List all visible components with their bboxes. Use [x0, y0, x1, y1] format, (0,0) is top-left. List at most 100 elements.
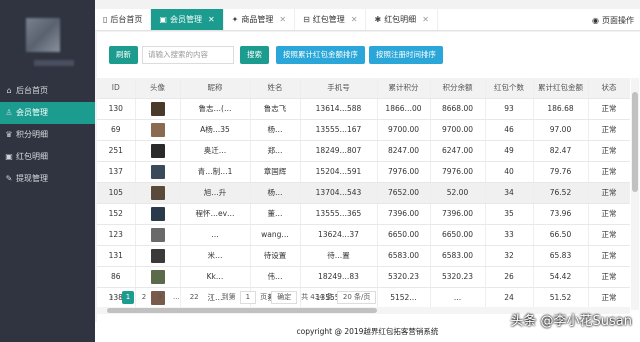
- vertical-scrollbar[interactable]: [631, 78, 639, 310]
- column-header: 累计红包金额: [533, 78, 589, 99]
- table-row[interactable]: 137 青…制…1 章国辉 15204…591 7976.00 7976.00 40 79.7…: [97, 161, 630, 183]
- column-header: 积分余额: [430, 78, 486, 99]
- sidebar-item-label: 积分明细: [16, 130, 48, 139]
- sidebar-item-label: 提现管理: [16, 174, 48, 183]
- table-cell: 郑…: [250, 140, 301, 162]
- goto-label: 到第: [221, 293, 236, 301]
- cell-text: 6247.00: [441, 146, 473, 155]
- goto-page-input[interactable]: 1: [239, 290, 257, 304]
- table-cell: 正常: [588, 182, 630, 204]
- tab-redpacket-manage[interactable]: ⊟ 红包管理 ✕: [295, 9, 367, 30]
- cell-text: 13624…37: [318, 230, 359, 239]
- table-cell: 5152…: [377, 287, 431, 309]
- avatar-thumbnail: [150, 101, 165, 116]
- table-cell: 正常: [588, 266, 630, 288]
- table-cell: 1866…00: [377, 98, 431, 120]
- page-unit-label: 页: [260, 293, 268, 301]
- table-cell: 13555…167: [300, 119, 378, 141]
- cell-text: 5152…: [390, 293, 417, 302]
- table-cell: 130: [97, 98, 136, 120]
- cell-text: 13555…365: [315, 209, 362, 218]
- scrollbar-thumb[interactable]: [632, 92, 638, 192]
- search-button[interactable]: 搜索: [240, 46, 269, 64]
- cell-text: 7396.00: [441, 209, 473, 218]
- close-icon[interactable]: ✕: [279, 15, 286, 24]
- cell-text: Kk…: [206, 272, 224, 281]
- goto-confirm-button[interactable]: 确定: [271, 290, 298, 304]
- table-cell: [135, 203, 181, 225]
- table-row[interactable]: 131 米… 待设置 待…置 6583.00 6583.00 32 65.83 正常: [97, 245, 630, 267]
- tab-products[interactable]: ✦ 商品管理 ✕: [224, 9, 296, 30]
- cell-text: 93: [504, 104, 514, 113]
- points-icon: ♛: [5, 130, 13, 139]
- tab-members[interactable]: ▣ 会员管理 ✕: [151, 9, 224, 30]
- close-icon[interactable]: ✕: [351, 15, 358, 24]
- cell-text: 76.52: [549, 188, 572, 197]
- table-row[interactable]: 105 旭…升 杨… 13704…543 7652.00 52.00 34 76.52 正常: [97, 182, 630, 204]
- table-cell: 8668.00: [430, 98, 486, 120]
- table-cell: 18249…83: [300, 266, 378, 288]
- cell-text: 33: [504, 230, 514, 239]
- cell-text: 7652.00: [387, 188, 419, 197]
- column-header: 手机号: [300, 78, 378, 99]
- sidebar-menu: ⌂ 后台首页 ♙ 会员管理 ♛ 积分明细 ▣ 红包明细 ✎ 提现管理: [0, 80, 95, 190]
- sort-by-register-time-button[interactable]: 按照注册时间排序: [369, 46, 443, 64]
- per-page-select[interactable]: 20 条/页: [336, 290, 377, 304]
- sidebar-item-redpacket[interactable]: ▣ 红包明细: [0, 146, 95, 168]
- table-cell: 46: [485, 119, 534, 141]
- cell-text: 51.52: [549, 293, 572, 302]
- user-name-blurred: [34, 60, 74, 66]
- avatar[interactable]: [26, 18, 60, 52]
- sidebar-item-members[interactable]: ♙ 会员管理: [0, 102, 95, 124]
- sidebar-item-points[interactable]: ♛ 积分明细: [0, 124, 95, 146]
- page-operations-button[interactable]: ◉ 页面操作: [592, 9, 634, 31]
- cell-text: 86: [110, 272, 121, 281]
- close-icon[interactable]: ✕: [208, 15, 215, 24]
- cell-text: 79.76: [549, 167, 572, 176]
- refresh-button[interactable]: 刷新: [109, 46, 138, 64]
- next-page-button[interactable]: ›: [206, 291, 218, 304]
- sidebar-item-label: 红包明细: [16, 152, 48, 161]
- search-input[interactable]: 请输入搜索的内容: [142, 46, 234, 64]
- table-row[interactable]: 152 程怀…ev… 董… 13555…365 7396.00 7396.00 35 73.9…: [97, 203, 630, 225]
- table-row[interactable]: 123 … wang… 13624…37 6650.00 6650.00 33 66.50 正常: [97, 224, 630, 246]
- cell-text: 郑…: [267, 146, 283, 155]
- tab-home[interactable]: ▯ 后台首页: [95, 9, 152, 30]
- table-cell: [135, 245, 181, 267]
- cell-text: 青…制…1: [197, 167, 233, 176]
- cell-text: 章国辉: [263, 167, 287, 176]
- page-22-button[interactable]: 22: [187, 291, 202, 304]
- sort-by-redpacket-amount-button[interactable]: 按照累计红包金额排序: [276, 46, 365, 64]
- table-cell: 章国辉: [250, 161, 301, 183]
- withdraw-icon: ✎: [5, 174, 13, 183]
- table-cell: 旭…升: [180, 182, 251, 204]
- table-cell: 6583.00: [430, 245, 486, 267]
- sidebar: ⌂ 后台首页 ♙ 会员管理 ♛ 积分明细 ▣ 红包明细 ✎ 提现管理: [0, 0, 95, 342]
- table-row[interactable]: 86 Kk… 伟… 18249…83 5320.23 5320.23 26 54.42 正常: [97, 266, 630, 288]
- table-row[interactable]: 130 鲁志…(… 鲁志飞 13614…588 1866…00 8668.00 93 186.…: [97, 98, 630, 120]
- table-row[interactable]: 251 奥迁… 郑… 18249…807 8247.00 6247.00 49 82.47 正常: [97, 140, 630, 162]
- cell-text: 鲁志飞: [263, 104, 287, 113]
- table-cell: 9700.00: [377, 119, 431, 141]
- sidebar-item-home[interactable]: ⌂ 后台首页: [0, 80, 95, 102]
- page-2-button[interactable]: 2: [138, 291, 150, 304]
- sidebar-item-withdraw[interactable]: ✎ 提现管理: [0, 168, 95, 190]
- table-row[interactable]: 69 A杨…35 杨… 13555…167 9700.00 9700.00 46 97.00 正…: [97, 119, 630, 141]
- cell-text: 旭…升: [203, 188, 227, 197]
- table-cell: 40: [485, 161, 534, 183]
- table-cell: 52.00: [430, 182, 486, 204]
- table-cell: 6583.00: [377, 245, 431, 267]
- cell-text: 49: [504, 146, 514, 155]
- table-cell: 93: [485, 98, 534, 120]
- close-icon[interactable]: ✕: [422, 15, 429, 24]
- prev-page-button[interactable]: ‹: [106, 291, 118, 304]
- page-3-button[interactable]: 3: [154, 291, 166, 304]
- tab-redpacket-detail[interactable]: ✱ 红包明细 ✕: [366, 9, 438, 30]
- avatar-thumbnail: [150, 185, 165, 200]
- table-cell: 待…置: [300, 245, 378, 267]
- page-1-button[interactable]: 1: [122, 290, 134, 304]
- avatar-thumbnail: [150, 248, 165, 263]
- scrollbar-thumb[interactable]: [107, 308, 377, 313]
- cell-text: 5320.23: [441, 272, 473, 281]
- cell-text: 54.42: [549, 272, 572, 281]
